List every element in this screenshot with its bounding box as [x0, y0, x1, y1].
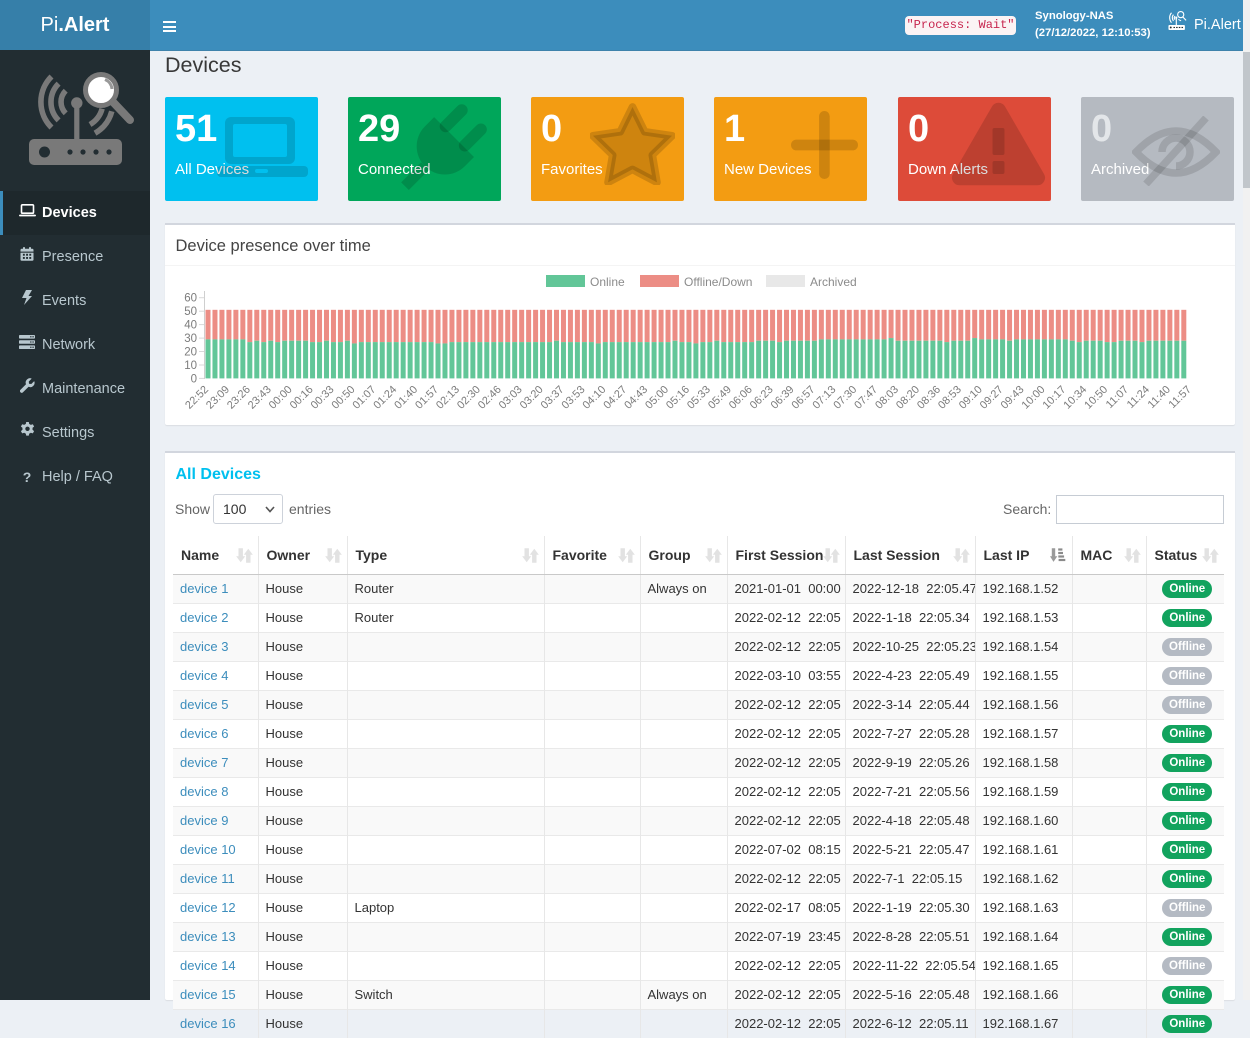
svg-text:10:00: 10:00 [1020, 384, 1048, 412]
svg-text:00:16: 00:16 [288, 384, 316, 412]
svg-text:05:00: 05:00 [643, 384, 671, 412]
svg-text:50: 50 [184, 306, 197, 318]
svg-text:08:20: 08:20 [894, 384, 922, 412]
svg-text:03:37: 03:37 [539, 384, 567, 412]
svg-text:30: 30 [184, 333, 197, 345]
svg-text:00:00: 00:00 [267, 384, 295, 412]
svg-text:11:40: 11:40 [1146, 384, 1173, 411]
svg-text:01:07: 01:07 [350, 384, 378, 412]
svg-text:10:34: 10:34 [1061, 384, 1089, 412]
svg-text:04:27: 04:27 [601, 384, 629, 412]
svg-text:00:33: 00:33 [309, 384, 337, 412]
svg-text:11:24: 11:24 [1125, 384, 1152, 411]
svg-text:11:07: 11:07 [1104, 384, 1131, 411]
svg-text:40: 40 [184, 320, 197, 332]
svg-text:10: 10 [184, 360, 197, 372]
svg-text:00:50: 00:50 [330, 384, 358, 412]
svg-text:10:50: 10:50 [1082, 384, 1110, 412]
svg-text:03:53: 03:53 [560, 384, 588, 412]
svg-text:08:53: 08:53 [936, 384, 964, 412]
svg-text:03:20: 03:20 [518, 384, 546, 412]
svg-text:09:27: 09:27 [978, 384, 1006, 412]
svg-text:23:43: 23:43 [246, 384, 274, 412]
svg-text:01:57: 01:57 [413, 384, 441, 412]
svg-text:04:43: 04:43 [622, 384, 650, 412]
svg-text:02:46: 02:46 [476, 384, 504, 412]
svg-text:07:13: 07:13 [810, 384, 838, 412]
svg-text:01:40: 01:40 [392, 384, 420, 412]
svg-text:02:30: 02:30 [455, 384, 483, 412]
svg-text:06:39: 06:39 [769, 384, 797, 412]
svg-text:10:17: 10:17 [1040, 384, 1068, 412]
svg-text:06:57: 06:57 [790, 384, 818, 412]
svg-text:23:09: 23:09 [204, 384, 232, 412]
svg-text:05:16: 05:16 [664, 384, 692, 412]
svg-text:05:49: 05:49 [706, 384, 734, 412]
svg-text:08:36: 08:36 [915, 384, 943, 412]
svg-text:06:06: 06:06 [727, 384, 755, 412]
svg-text:22:52: 22:52 [183, 384, 211, 412]
svg-text:11:57: 11:57 [1167, 384, 1194, 411]
svg-text:06:23: 06:23 [748, 384, 776, 412]
svg-text:07:47: 07:47 [852, 384, 880, 412]
svg-text:23:26: 23:26 [225, 384, 253, 412]
svg-text:04:10: 04:10 [580, 384, 608, 412]
svg-text:09:10: 09:10 [957, 384, 985, 412]
svg-text:08:03: 08:03 [873, 384, 901, 412]
svg-text:09:43: 09:43 [999, 384, 1027, 412]
svg-text:07:30: 07:30 [831, 384, 859, 412]
svg-text:60: 60 [184, 293, 197, 305]
svg-text:03:03: 03:03 [497, 384, 525, 412]
svg-text:0: 0 [191, 373, 197, 385]
svg-text:20: 20 [184, 347, 197, 359]
svg-text:01:24: 01:24 [371, 384, 399, 412]
svg-text:02:13: 02:13 [434, 384, 462, 412]
svg-text:05:33: 05:33 [685, 384, 713, 412]
